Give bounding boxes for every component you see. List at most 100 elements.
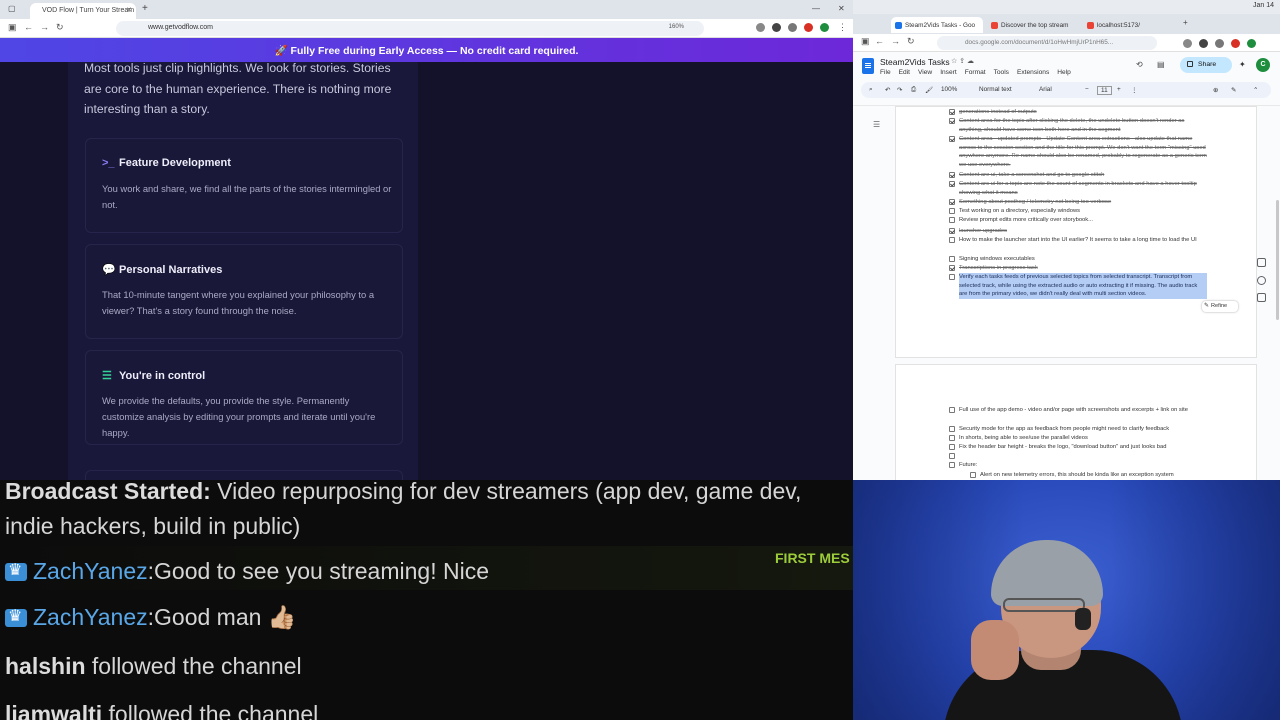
sidebar-icon[interactable]: ▣ [8,22,17,33]
menu-format[interactable]: Format [965,69,986,76]
collapse-icon[interactable]: ⌃ [1253,86,1258,94]
task-checkbox[interactable] [949,265,955,271]
menu-insert[interactable]: Insert [940,69,957,76]
task-text[interactable]: Transcriptions in progress task [959,264,1207,273]
task-text[interactable]: Future: [959,461,1207,470]
scrollbar[interactable] [1276,200,1279,320]
task-checkbox[interactable] [949,217,955,223]
tab-discover[interactable]: Discover the top stream [987,17,1079,33]
avatar[interactable]: C [1256,58,1270,72]
task-text[interactable]: How to make the launcher start into the … [959,236,1207,245]
task-text[interactable]: generations instead of outputs [959,108,1207,117]
paint-format-icon[interactable]: 🖌 [925,86,933,94]
gemini-icon[interactable]: ✦ [1239,60,1246,69]
task-checkbox[interactable] [949,228,955,234]
task-checkbox[interactable] [949,435,955,441]
task-text[interactable]: Full use of the app demo - video and/or … [959,406,1207,415]
task-checkbox[interactable] [949,444,955,450]
menu-tools[interactable]: Tools [994,69,1009,76]
task-text[interactable]: Security mode for the app as feedback fr… [959,425,1207,434]
minimize-icon[interactable]: — [812,4,820,13]
refine-button[interactable]: Refine [1202,301,1238,312]
task-text[interactable]: Content area - updated prompts - Update … [959,135,1207,169]
task-checkbox[interactable] [949,109,955,115]
reload-icon[interactable]: ↻ [907,36,915,47]
task-text[interactable]: Test working on a directory, especially … [959,207,1207,216]
comments-icon[interactable]: ▤ [1157,60,1165,69]
task-checkbox[interactable] [949,426,955,432]
menu-view[interactable]: View [918,69,932,76]
menu-extensions[interactable]: Extensions [1017,69,1049,76]
add-comment-icon[interactable] [1257,258,1266,267]
task-text[interactable]: Review prompt edits more critically over… [959,216,1207,225]
zoom-indicator[interactable]: 160% [669,24,684,30]
address-bar[interactable]: www.getvodflow.com 160% [116,21,704,36]
share-button[interactable]: Share [1180,57,1232,73]
suggest-edit-icon[interactable] [1257,293,1266,302]
print-icon[interactable]: ⎙ [911,86,916,94]
extension-icon[interactable] [1215,39,1224,48]
extension-icon[interactable] [788,23,797,32]
extension-icon[interactable] [1199,39,1208,48]
task-checkbox[interactable] [949,237,955,243]
search-menus-icon[interactable]: ⌕ [869,86,873,94]
zoom-select[interactable]: 100% [941,86,957,93]
docs-logo-icon[interactable] [862,58,874,74]
task-checkbox[interactable] [949,453,955,459]
menu-file[interactable]: File [880,69,891,76]
tab-search-icon[interactable]: ▢ [8,4,16,13]
task-text[interactable]: Something about posthog / telemetry not … [959,198,1207,207]
task-checkbox[interactable] [949,208,955,214]
edit-mode-icon[interactable]: ✎ [1231,86,1236,94]
task-text[interactable]: launcher upgrades [959,227,1207,236]
emoji-icon[interactable] [1257,276,1266,285]
download-icon[interactable] [1183,39,1192,48]
document-title[interactable]: Steam2Vids Tasks [880,57,950,67]
task-text[interactable]: Verify each tasks feeds of previous sele… [959,273,1207,299]
font-select[interactable]: Arial [1039,86,1052,93]
task-checkbox[interactable] [949,118,955,124]
outline-icon[interactable]: ☰ [873,120,880,129]
extension-icon[interactable] [772,23,781,32]
task-checkbox[interactable] [949,256,955,262]
address-bar[interactable]: docs.google.com/document/d/1oHwHmjUrP1nH… [937,36,1157,50]
style-select[interactable]: Normal text [979,86,1012,93]
extension-icon[interactable] [1247,39,1256,48]
back-icon[interactable]: ← [875,36,884,46]
ai-icon[interactable]: ⊕ [1213,86,1218,94]
task-checkbox[interactable] [949,199,955,205]
redo-icon[interactable]: ↷ [897,86,902,94]
undo-icon[interactable]: ↶ [885,86,890,94]
tab-vodflow[interactable]: VOD Flow | Turn Your Stream ✕ [30,3,136,19]
back-icon[interactable]: ← [24,22,33,32]
history-icon[interactable]: ⟲ [1136,60,1143,69]
extension-icon[interactable] [804,23,813,32]
task-text[interactable]: Fix the header bar height - breaks the l… [959,443,1207,452]
download-icon[interactable] [756,23,765,32]
task-text[interactable]: Alert on new telemetry errors, this shou… [980,471,1228,480]
extension-icon[interactable] [1231,39,1240,48]
font-size-decrease[interactable]: − [1085,86,1089,93]
task-text[interactable]: Content arc ui for a topic are note the … [959,180,1207,197]
font-size-increase[interactable]: + [1117,86,1121,93]
menu-icon[interactable]: ⋮ [838,22,847,33]
task-text[interactable]: Signing windows executables [959,255,1207,264]
task-checkbox[interactable] [949,136,955,142]
task-checkbox[interactable] [970,472,976,478]
extension-icon[interactable] [820,23,829,32]
forward-icon[interactable]: → [40,22,49,32]
forward-icon[interactable]: → [891,36,900,46]
task-checkbox[interactable] [949,407,955,413]
menu-help[interactable]: Help [1057,69,1071,76]
font-size-input[interactable]: 11 [1097,86,1112,95]
task-text[interactable]: Content are ui, take a screenshot and go… [959,171,1207,180]
reload-icon[interactable]: ↻ [56,22,64,33]
task-checkbox[interactable] [949,172,955,178]
tab-close-icon[interactable]: ✕ [126,6,132,14]
menu-edit[interactable]: Edit [899,69,910,76]
task-checkbox[interactable] [949,181,955,187]
sidebar-icon[interactable]: ▣ [861,36,870,47]
more-icon[interactable]: ⋮ [1131,86,1137,94]
new-tab-button[interactable]: + [142,3,148,14]
tab-localhost[interactable]: localhost:5173/ [1083,17,1173,33]
